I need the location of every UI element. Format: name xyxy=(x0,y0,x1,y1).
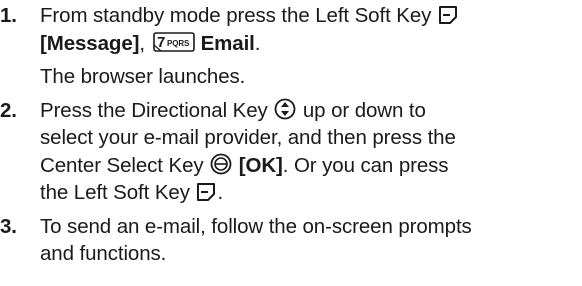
email-label: Email xyxy=(200,31,255,55)
step-number: 3. xyxy=(0,214,17,238)
period: . xyxy=(254,31,261,55)
step-2-text-e: the Left Soft Key xyxy=(40,181,190,204)
step-1-line-1: From standby mode press the Left Soft Ke… xyxy=(40,2,582,30)
step-1-result: The browser launches. xyxy=(40,65,246,88)
step-number: 2. xyxy=(0,98,17,122)
step-2-line-1: Press the Directional Key up or down to xyxy=(40,97,582,125)
step-1: 1. From standby mode press the Left Soft… xyxy=(0,2,582,91)
step-2-text-b: up or down to xyxy=(302,98,426,122)
step-2-line-3: Center Select Key [OK]. Or you can press xyxy=(40,152,582,180)
period: . xyxy=(217,181,224,204)
svg-text:PQRS: PQRS xyxy=(167,39,190,48)
step-3: 3. To send an e-mail, follow the on-scre… xyxy=(0,213,582,268)
left-soft-key-icon xyxy=(438,5,458,25)
step-1-line-2: [Message], 7 PQRS Email. xyxy=(40,30,582,58)
ok-label: [OK] xyxy=(238,153,283,177)
separator: , xyxy=(139,31,145,55)
step-2-line-2: select your e-mail provider, and then pr… xyxy=(40,126,456,149)
step-3-line-2: and functions. xyxy=(40,242,167,265)
step-2-text-c: Center Select Key xyxy=(40,153,204,177)
step-number: 1. xyxy=(0,4,17,27)
step-2-text-d: . Or you can press xyxy=(282,153,449,177)
center-select-key-icon xyxy=(210,153,232,175)
step-2-text-a: Press the Directional Key xyxy=(40,98,268,122)
message-label: [Message] xyxy=(40,31,140,55)
step-3-line-1: To send an e-mail, follow the on-screen … xyxy=(40,214,472,238)
directional-key-icon xyxy=(274,98,296,120)
step-2: 2. Press the Directional Key up or down … xyxy=(0,97,582,207)
step-1-text: From standby mode press the Left Soft Ke… xyxy=(40,4,432,27)
left-soft-key-icon xyxy=(196,182,216,202)
instruction-list: 1. From standby mode press the Left Soft… xyxy=(0,2,582,268)
svg-text:7: 7 xyxy=(157,34,165,51)
step-2-line-4: the Left Soft Key . xyxy=(40,179,582,207)
key-7pqrs-icon: 7 PQRS xyxy=(152,31,195,52)
